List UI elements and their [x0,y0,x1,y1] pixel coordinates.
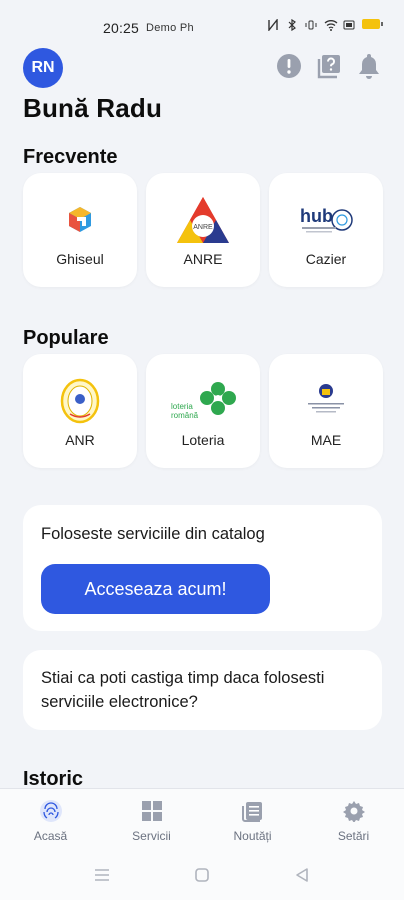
bell-icon[interactable] [356,53,382,79]
section-title-frequent: Frecvente [23,146,118,168]
svg-text:hub: hub [300,206,333,226]
vibrate-icon [305,18,317,30]
nav-label: Servicii [132,828,171,843]
bluetooth-icon [286,18,298,32]
anr-logo [45,376,115,426]
page-title: Bună Radu [23,93,163,123]
nav-item-home[interactable]: Acasă [0,789,101,850]
frequent-tiles: Ghiseul ANRE ANRE hub Cazier [23,173,383,287]
tile-label: MAE [310,432,342,448]
svg-text:loteria: loteria [171,402,193,411]
nav-label: Setări [337,828,370,843]
hub-logo: hub [291,195,361,245]
grid-icon [140,799,164,823]
menu-icon[interactable] [93,866,111,884]
status-time: 20:25 [103,20,140,36]
nfc-icon [267,18,279,32]
tip-card[interactable]: Stiai ca poti castiga timp daca folosest… [23,650,382,730]
tile-mae[interactable]: MAE [269,354,383,468]
gear-icon [342,799,366,823]
anre-logo: ANRE [168,195,238,245]
nav-item-services[interactable]: Servicii [101,789,202,850]
status-icons [267,18,383,32]
tile-label: Loteria [181,432,225,448]
home-fingerprint-icon [39,799,63,823]
system-nav-bar [0,850,404,900]
tile-label: Cazier [305,251,347,267]
tile-label: ANRE [183,251,223,267]
tile-loteria[interactable]: loteria română Loteria [146,354,260,468]
mae-logo [291,376,361,426]
header-actions [276,53,382,79]
tile-label: Ghiseul [56,251,104,267]
battery-icon [362,19,383,29]
tile-anr[interactable]: ANR [23,354,137,468]
help-icon[interactable] [316,53,342,79]
avatar[interactable]: RN [23,48,63,88]
screen-icon [343,18,355,30]
tile-anre[interactable]: ANRE ANRE [146,173,260,287]
bottom-nav: Acasă Servicii Noutăți Setări [0,788,404,850]
popular-tiles: ANR loteria română Loteria MAE [23,354,383,468]
nav-item-settings[interactable]: Setări [303,789,404,850]
catalog-card: Foloseste serviciile din catalog Accesea… [23,505,382,631]
alert-icon[interactable] [276,53,302,79]
nav-label: Noutăți [233,828,272,843]
tile-cazier[interactable]: hub Cazier [269,173,383,287]
back-icon[interactable] [293,866,311,884]
loteria-logo: loteria română [168,376,238,426]
status-bar: 20:25 Demo Ph [0,0,404,54]
news-icon [241,799,265,823]
svg-text:română: română [171,411,199,420]
access-now-button[interactable]: Acceseaza acum! [41,564,270,614]
svg-text:ANRE: ANRE [193,224,213,231]
tip-card-text: Stiai ca poti castiga timp daca folosest… [41,669,325,711]
tile-ghiseul[interactable]: Ghiseul [23,173,137,287]
home-square-icon[interactable] [193,866,211,884]
wifi-icon [324,18,338,31]
catalog-card-text: Foloseste serviciile din catalog [41,525,265,543]
section-title-popular: Populare [23,327,109,349]
tile-label: ANR [65,432,95,448]
ghiseul-logo [45,195,115,245]
nav-label: Acasă [33,828,68,843]
status-carrier: Demo Ph [146,22,194,34]
nav-item-news[interactable]: Noutăți [202,789,303,850]
